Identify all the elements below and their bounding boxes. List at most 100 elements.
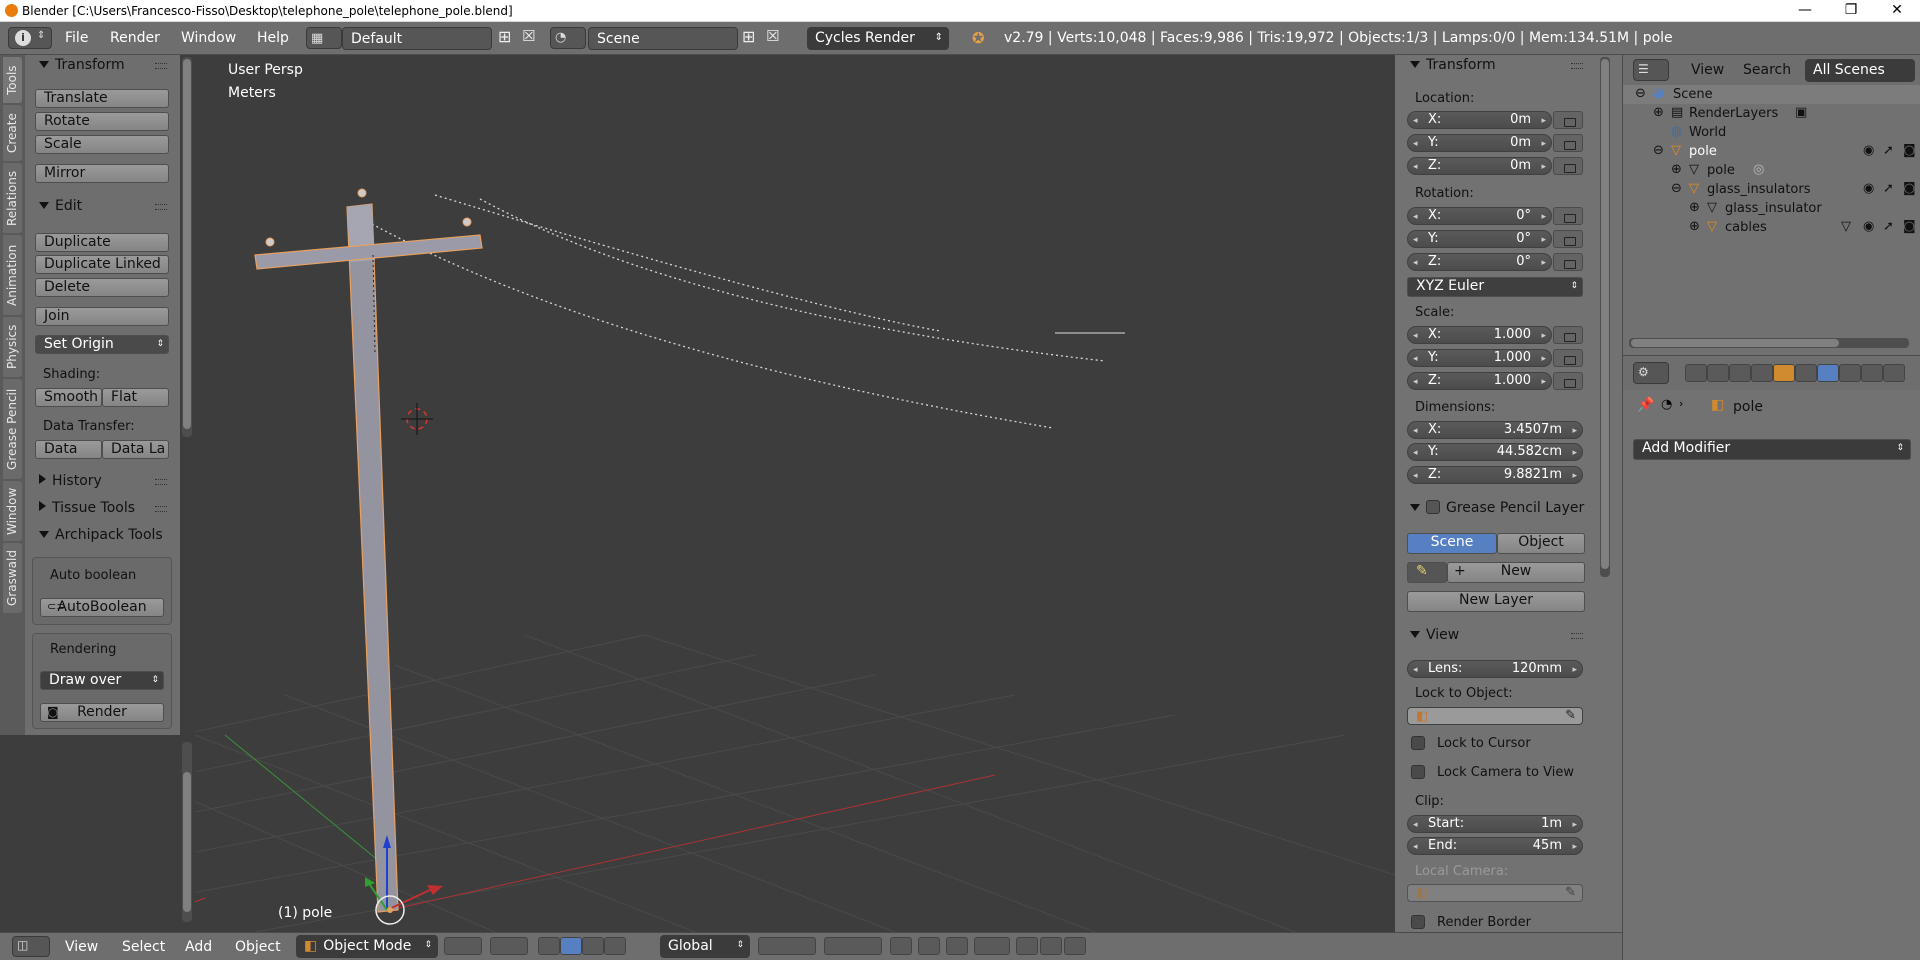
delete-button[interactable]: Delete: [35, 278, 169, 297]
menu-view[interactable]: View: [65, 939, 98, 955]
outliner-row-glass-insulators[interactable]: ⊖ ▽ glass_insulators ◉ ➚ ◙: [1623, 180, 1920, 199]
menu-object[interactable]: Object: [235, 939, 281, 955]
lock-icon[interactable]: [1553, 111, 1583, 129]
scrollbar-thumb[interactable]: [1601, 59, 1609, 569]
outliner-editor-type[interactable]: ☰: [1633, 59, 1669, 81]
menu-add[interactable]: Add: [185, 939, 212, 955]
drag-handle-icon[interactable]: [155, 204, 167, 210]
constraints-tab-icon[interactable]: [1795, 364, 1817, 382]
tab-animation[interactable]: Animation: [3, 235, 22, 315]
rotation-mode-select[interactable]: XYZ Euler ⇕: [1407, 277, 1583, 297]
texture-tab-icon[interactable]: [1883, 364, 1905, 382]
transform-orientation-select[interactable]: Global ⇕: [660, 935, 750, 958]
scale-manipulator-icon[interactable]: [604, 937, 626, 955]
3d-cursor[interactable]: [401, 403, 433, 435]
pin-icon[interactable]: 📌: [1637, 397, 1654, 413]
viewport-scene[interactable]: [195, 55, 1395, 932]
clip-end-field[interactable]: ◂ End: 45m ▸: [1407, 837, 1583, 855]
outliner-row-renderlayers[interactable]: ⊕ ▤ RenderLayers ▣: [1623, 104, 1920, 123]
add-scene-icon[interactable]: ⊞: [742, 27, 755, 46]
lock-to-cursor-checkbox[interactable]: [1411, 736, 1425, 750]
grease-object-tab[interactable]: Object: [1497, 533, 1585, 554]
outliner-row-cables[interactable]: ⊕ ▽ cables ▽ ◉ ➚ ◙: [1623, 218, 1920, 237]
mirror-button[interactable]: Mirror: [35, 164, 169, 183]
tab-graswald[interactable]: Graswald: [3, 543, 22, 613]
outliner-row-pole-mesh[interactable]: ⊕ ▽ pole ◎: [1623, 161, 1920, 180]
editor-type-3dview[interactable]: ◫: [12, 936, 50, 957]
screen-layout-name[interactable]: Default: [342, 27, 492, 50]
scrollbar-thumb[interactable]: [183, 772, 191, 912]
view-section-header[interactable]: View: [1410, 627, 1459, 643]
translate-manipulator-icon[interactable]: [560, 937, 582, 955]
lock-layers-icon[interactable]: [890, 937, 912, 955]
dimensions-z-field[interactable]: ◂ Z: 9.8821m ▸: [1407, 466, 1583, 484]
pivot-point-select[interactable]: [490, 937, 528, 955]
duplicate-linked-button[interactable]: Duplicate Linked: [35, 255, 169, 274]
outliner-row-pole[interactable]: ⊖ ▽ pole ◉ ➚ ◙: [1623, 142, 1920, 161]
minimize-button[interactable]: —: [1782, 0, 1828, 22]
tool-shelf-scrollbar[interactable]: [182, 57, 192, 437]
data-tab-icon[interactable]: [1839, 364, 1861, 382]
translate-button[interactable]: Translate: [35, 89, 169, 108]
grease-new-layer-button[interactable]: New Layer: [1407, 591, 1585, 612]
close-button[interactable]: ✕: [1874, 0, 1920, 22]
drag-handle-icon[interactable]: [155, 479, 167, 485]
lock-icon[interactable]: [1553, 230, 1583, 248]
lock-icon[interactable]: [1553, 253, 1583, 271]
bottom-scrollbar[interactable]: [182, 742, 192, 922]
draw-over-select[interactable]: Draw over ⇕: [40, 671, 164, 690]
outliner-menu-view[interactable]: View: [1691, 62, 1724, 78]
lock-icon[interactable]: [1553, 349, 1583, 367]
add-screen-icon[interactable]: ⊞: [498, 27, 511, 46]
transform-section-header[interactable]: Transform: [1410, 57, 1496, 73]
rotation-x-field[interactable]: ◂ X: 0° ▸: [1407, 207, 1552, 225]
set-origin-select[interactable]: Set Origin ⇕: [35, 335, 169, 354]
scene-layers-2-icon[interactable]: [824, 937, 882, 955]
menu-select[interactable]: Select: [122, 939, 165, 955]
outliner-row-world[interactable]: ◍ World: [1623, 123, 1920, 142]
flat-button[interactable]: Flat: [102, 388, 169, 407]
render-border-checkbox[interactable]: [1411, 915, 1425, 929]
properties-scrollbar[interactable]: [1600, 57, 1610, 577]
lock-icon[interactable]: [1553, 157, 1583, 175]
grease-new-button[interactable]: + New: [1447, 562, 1585, 583]
history-panel-header[interactable]: History: [39, 473, 102, 489]
screen-layout-selector[interactable]: ▦: [306, 27, 342, 49]
lock-to-object-field[interactable]: ◧ ✎: [1407, 707, 1583, 725]
menu-window[interactable]: Window: [181, 30, 236, 46]
3d-viewport[interactable]: User Persp Meters (1) pole: [195, 55, 1395, 932]
location-y-field[interactable]: ◂ Y: 0m ▸: [1407, 134, 1552, 152]
rotate-button[interactable]: Rotate: [35, 112, 169, 131]
clapperboard-icon[interactable]: [1064, 937, 1086, 955]
render-tab-icon[interactable]: [1685, 364, 1707, 382]
lock-icon[interactable]: [1553, 207, 1583, 225]
opengl-render-image-icon[interactable]: [1016, 937, 1038, 955]
interaction-mode-select[interactable]: ◧ Object Mode ⇕: [296, 935, 438, 958]
scale-x-field[interactable]: ◂ X: 1.000 ▸: [1407, 326, 1552, 344]
outliner-row-scene[interactable]: ⊖ ◕ Scene: [1623, 85, 1920, 104]
tissue-tools-panel-header[interactable]: Tissue Tools: [39, 500, 135, 516]
dimensions-y-field[interactable]: ◂ Y: 44.582cm ▸: [1407, 443, 1583, 461]
tab-physics[interactable]: Physics: [3, 317, 22, 377]
clip-start-field[interactable]: ◂ Start: 1m ▸: [1407, 815, 1583, 833]
world-tab-icon[interactable]: [1751, 364, 1773, 382]
scene-layers-1-icon[interactable]: [758, 937, 816, 955]
location-z-field[interactable]: ◂ Z: 0m ▸: [1407, 157, 1552, 175]
drag-handle-icon[interactable]: [155, 506, 167, 512]
render-engine-select[interactable]: Cycles Render ⇕: [807, 27, 949, 50]
editor-type-info-button[interactable]: i ⇕: [8, 27, 52, 49]
menu-file[interactable]: File: [65, 30, 88, 46]
dimensions-x-field[interactable]: ◂ X: 3.4507m ▸: [1407, 421, 1583, 439]
tab-create[interactable]: Create: [3, 105, 22, 161]
drag-handle-icon[interactable]: [1571, 63, 1583, 69]
menu-help[interactable]: Help: [257, 30, 289, 46]
lock-icon[interactable]: [1553, 372, 1583, 390]
drag-handle-icon[interactable]: [1571, 633, 1583, 639]
grease-scene-tab[interactable]: Scene: [1407, 533, 1497, 554]
scrollbar-thumb[interactable]: [1631, 339, 1839, 347]
scene-tab-icon[interactable]: [1729, 364, 1751, 382]
local-camera-field[interactable]: ◧ ✎: [1407, 884, 1583, 902]
delete-scene-icon[interactable]: ☒: [766, 27, 779, 45]
tab-relations[interactable]: Relations: [3, 163, 22, 233]
scrollbar-thumb[interactable]: [183, 59, 191, 429]
